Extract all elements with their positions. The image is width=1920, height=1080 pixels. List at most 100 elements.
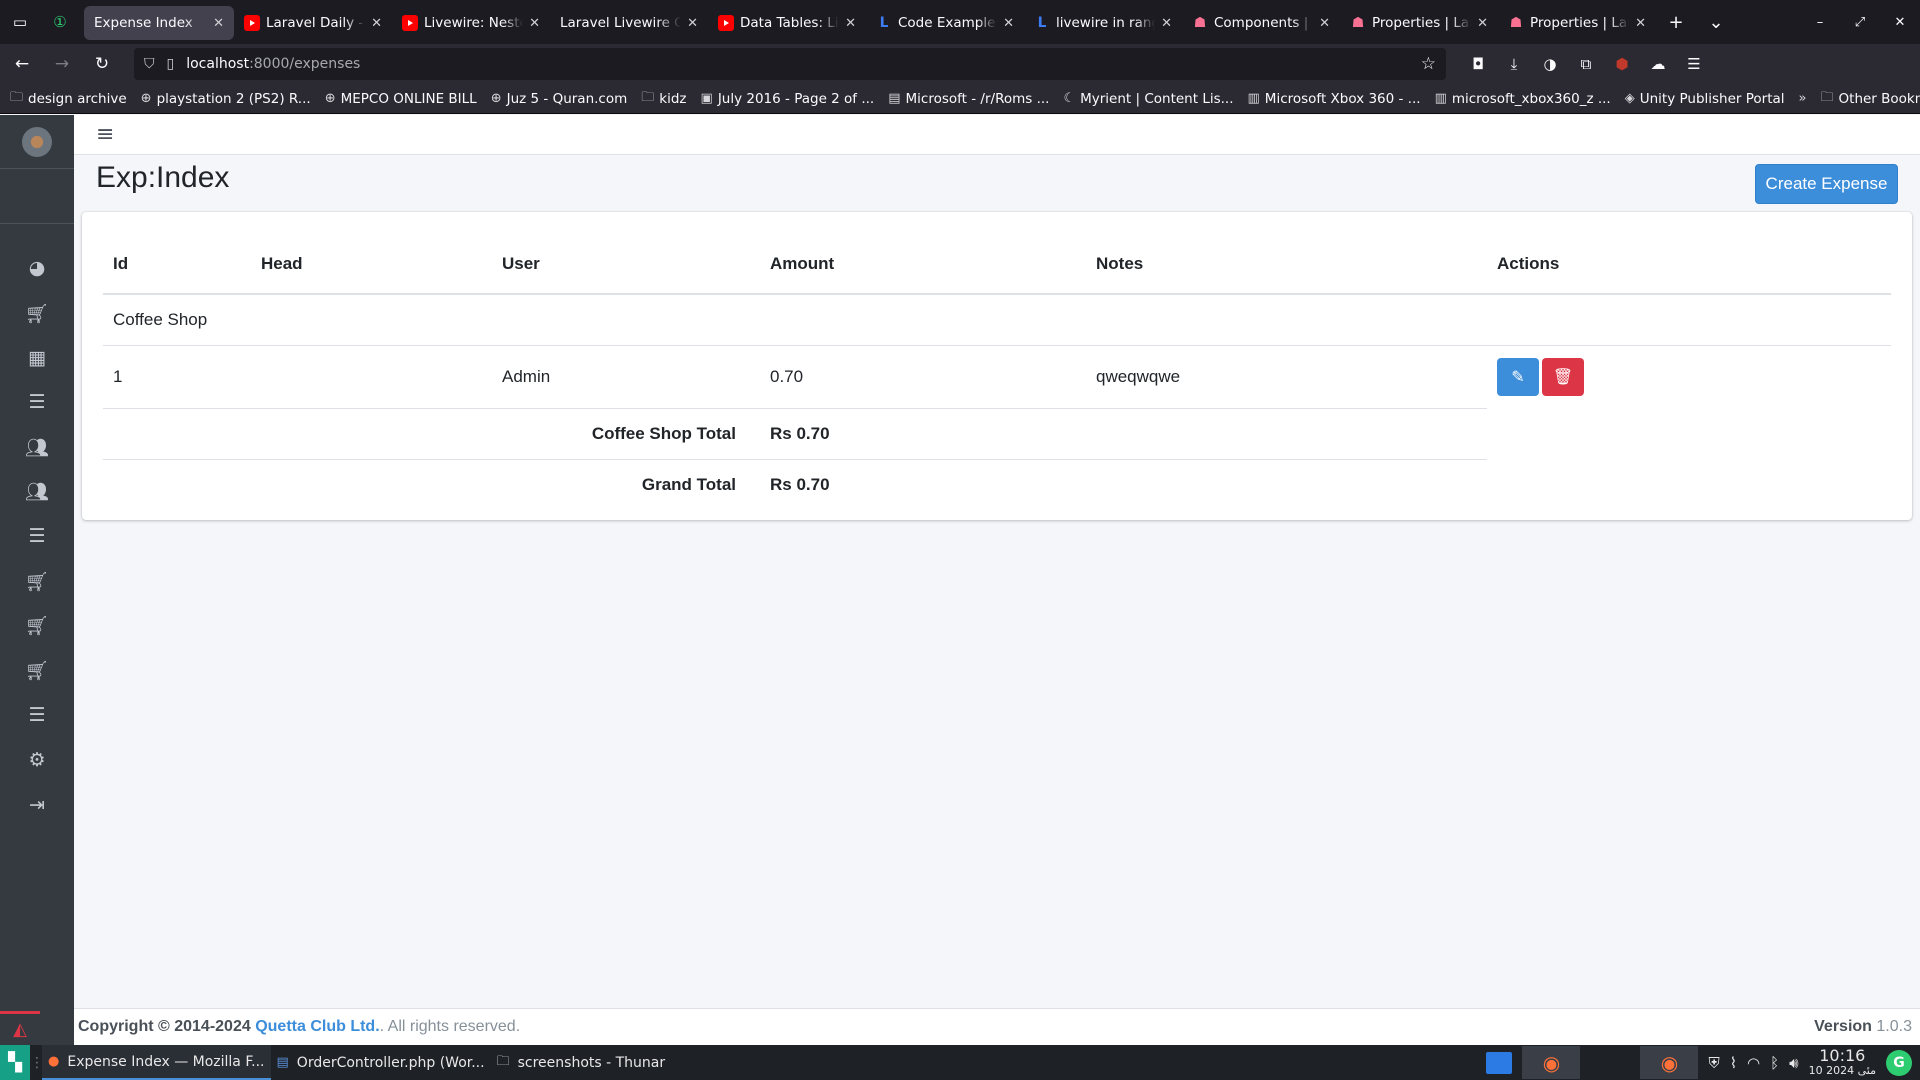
- bookmark-item[interactable]: ▥ Microsoft Xbox 360 - ...: [1248, 91, 1421, 107]
- bookmark-item[interactable]: ▣ July 2016 - Page 2 of ...: [701, 91, 875, 107]
- taskbar-task[interactable]: ▤ OrderController.php (Wor...: [271, 1045, 491, 1080]
- start-menu-icon[interactable]: ▚: [0, 1045, 30, 1080]
- close-icon[interactable]: ✕: [529, 16, 540, 31]
- taskbar-task[interactable]: ● Expense Index — Mozilla F...: [42, 1045, 271, 1080]
- delete-button[interactable]: 🗑︎: [1542, 357, 1584, 396]
- firefox-active-icon[interactable]: ◉: [1640, 1046, 1699, 1079]
- clip-icon[interactable]: ⌇: [1730, 1054, 1737, 1072]
- back-icon[interactable]: ←: [4, 48, 40, 80]
- list-icon[interactable]: ☰: [0, 514, 74, 559]
- reload-icon[interactable]: ↻: [84, 48, 120, 80]
- firefox-launcher-icon[interactable]: ◉: [1522, 1046, 1581, 1079]
- close-window-icon[interactable]: ✕: [1880, 15, 1920, 30]
- close-icon[interactable]: ✕: [213, 16, 224, 31]
- list-icon[interactable]: ☰: [0, 380, 74, 425]
- tab-data-tables[interactable]: Data Tables: Livewire ✕: [708, 6, 866, 40]
- bookmark-item[interactable]: ▥ microsoft_xbox360_z ...: [1435, 91, 1611, 107]
- logout-icon[interactable]: ⇥: [0, 782, 74, 827]
- col-header-id[interactable]: Id: [103, 234, 251, 295]
- clock[interactable]: 10:16 10 مئی 2024: [1809, 1047, 1876, 1078]
- close-icon[interactable]: ✕: [1319, 16, 1330, 31]
- menu-icon[interactable]: ☰: [1678, 55, 1710, 73]
- pocket-icon[interactable]: ◘: [1462, 55, 1494, 73]
- chevron-down-icon[interactable]: ⌄: [1696, 12, 1736, 33]
- close-icon[interactable]: ✕: [1477, 16, 1488, 31]
- list-icon[interactable]: ☰: [0, 693, 74, 738]
- forward-icon[interactable]: →: [44, 48, 80, 80]
- bookmark-item[interactable]: 🗀 design archive: [10, 88, 127, 110]
- brand[interactable]: [0, 115, 74, 169]
- url-bar[interactable]: ⛉ ▯ localhost:8000/expenses ☆: [134, 48, 1446, 80]
- close-icon[interactable]: ✕: [1635, 16, 1646, 31]
- cart-icon[interactable]: 🛒︎: [0, 648, 74, 693]
- close-icon[interactable]: ✕: [371, 16, 382, 31]
- brand-logo[interactable]: [22, 126, 52, 157]
- bookmark-item[interactable]: ⊕ MEPCO ONLINE BILL: [325, 91, 477, 107]
- editor-icon: ▤: [276, 1055, 289, 1070]
- col-header-notes[interactable]: Notes: [1086, 234, 1487, 295]
- bluetooth-icon[interactable]: ᛒ: [1770, 1054, 1779, 1072]
- volume-icon[interactable]: 🔊︎: [1789, 1054, 1798, 1072]
- tab-laravel-daily[interactable]: Laravel Daily - YouTube ✕: [234, 6, 392, 40]
- bookmark-item[interactable]: ◈ Unity Publisher Portal: [1625, 91, 1785, 107]
- col-header-head[interactable]: Head: [251, 234, 492, 295]
- bookmark-item[interactable]: 🗀 kidz: [641, 88, 686, 110]
- ghost-icon: ☗: [1351, 15, 1365, 31]
- extensions-icon[interactable]: ⧉: [1570, 55, 1602, 73]
- company-link[interactable]: Quetta Club Ltd.: [255, 1018, 379, 1036]
- settings-icon[interactable]: ⚙: [0, 738, 74, 783]
- profile-icon[interactable]: ◑: [1534, 55, 1566, 73]
- workspace-icon[interactable]: [1486, 1051, 1513, 1074]
- bookmark-item[interactable]: ☾ Myrient | Content Lis...: [1063, 91, 1233, 107]
- other-bookmarks[interactable]: » 🗀Other Bookmarks: [1799, 88, 1920, 110]
- laravel-icon[interactable]: ◭: [0, 1011, 40, 1045]
- download-icon[interactable]: ⤓: [1498, 55, 1530, 73]
- update-icon[interactable]: G: [1886, 1049, 1912, 1076]
- bookmark-item[interactable]: ▤ Microsoft - /r/Roms ...: [888, 91, 1049, 107]
- security-icon[interactable]: ⛨: [1708, 1054, 1719, 1072]
- bookmark-item[interactable]: ⊕ playstation 2 (PS2) R...: [141, 91, 311, 107]
- grid-icon[interactable]: ▦: [0, 335, 74, 380]
- page-info-icon[interactable]: ▯: [167, 56, 175, 72]
- tab-expense-index[interactable]: Expense Index ✕: [84, 6, 234, 40]
- wifi-icon[interactable]: ◠: [1747, 1054, 1760, 1072]
- tab-code-examples[interactable]: ᒪ Code Examples ✕: [866, 6, 1024, 40]
- tab-livewire-nested[interactable]: Livewire: Nested ✕: [392, 6, 550, 40]
- bookmark-star-icon[interactable]: ☆: [1421, 54, 1436, 74]
- users-icon[interactable]: 👥︎: [0, 425, 74, 470]
- tab-laravel-livewire[interactable]: Laravel Livewire Co ✕: [550, 6, 708, 40]
- tab-properties-2[interactable]: ☗ Properties | Lara ✕: [1498, 6, 1656, 40]
- dashboard-icon[interactable]: ◕: [0, 246, 74, 291]
- col-header-amount[interactable]: Amount: [760, 234, 1086, 295]
- expenses-card: Id Head User Amount Notes Actions Coffee…: [82, 212, 1912, 520]
- close-icon[interactable]: ✕: [1161, 16, 1172, 31]
- close-icon[interactable]: ✕: [687, 16, 698, 31]
- hamburger-menu-icon[interactable]: ≡: [96, 122, 114, 147]
- account-badge-icon[interactable]: ①: [40, 0, 80, 44]
- restore-icon[interactable]: ⤢: [1840, 15, 1880, 30]
- taskbar-task[interactable]: 🗀 screenshots - Thunar: [491, 1045, 672, 1080]
- extension-icon[interactable]: ☁: [1642, 55, 1674, 73]
- cart-icon[interactable]: 🛒︎: [0, 604, 74, 649]
- close-icon[interactable]: ✕: [845, 16, 856, 31]
- cart-icon[interactable]: 🛒︎: [0, 291, 74, 336]
- tab-list-icon[interactable]: ▭: [0, 0, 40, 44]
- close-icon[interactable]: ✕: [1003, 16, 1014, 31]
- new-tab-icon[interactable]: +: [1656, 12, 1696, 33]
- tab-properties-1[interactable]: ☗ Properties | Lara ✕: [1340, 6, 1498, 40]
- cart-icon[interactable]: 🛒︎: [0, 559, 74, 604]
- create-expense-button[interactable]: Create Expense: [1755, 164, 1898, 204]
- users-icon[interactable]: 👥︎: [0, 469, 74, 514]
- shield-icon[interactable]: ⛉: [144, 56, 155, 72]
- minimize-icon[interactable]: –: [1800, 15, 1840, 30]
- ublock-icon[interactable]: ⬢: [1606, 55, 1638, 73]
- tab-livewire-range[interactable]: ᒪ livewire in range ✕: [1024, 6, 1182, 40]
- col-header-user[interactable]: User: [492, 234, 760, 295]
- tab-components[interactable]: ☗ Components | L ✕: [1182, 6, 1340, 40]
- chevron-right-icon[interactable]: »: [1799, 91, 1807, 106]
- task-label: screenshots - Thunar: [517, 1054, 666, 1071]
- bookmark-item[interactable]: ⊕ Juz 5 - Quran.com: [491, 91, 628, 107]
- bookmark-label: Juz 5 - Quran.com: [506, 90, 628, 107]
- edit-button[interactable]: ✎: [1497, 357, 1539, 396]
- table-header-row: Id Head User Amount Notes Actions: [103, 234, 1891, 295]
